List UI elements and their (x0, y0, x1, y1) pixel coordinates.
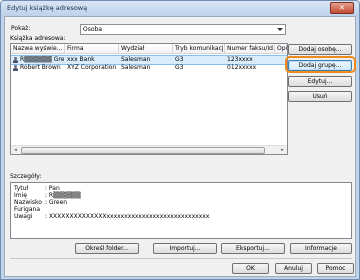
cell-company: XYZ Corporation (67, 64, 117, 71)
ok-button[interactable]: OK (232, 263, 269, 274)
column-header-department[interactable]: Wydział (119, 44, 173, 54)
title-bar: Edytuj książkę adresową ✕ (1, 1, 359, 16)
scroll-right-icon[interactable]: ▸ (279, 147, 286, 154)
chevron-down-icon (277, 28, 283, 31)
detail-label-last-name: Nazwisko (14, 199, 42, 206)
horizontal-scrollbar[interactable]: ◂ ▸ (11, 145, 287, 154)
edit-button[interactable]: Edytuj... (288, 76, 352, 87)
cell-company: xxx Bank (67, 56, 95, 63)
dialog-window: Edytuj książkę adresową ✕ Pokaż: Osoba K… (0, 0, 360, 280)
column-header-name[interactable]: Nazwa wyświe... (11, 44, 65, 54)
detail-label-first-name: Imię (14, 192, 27, 199)
detail-label-notes: Uwagi (14, 213, 33, 220)
detail-value-last-name: : Green (45, 199, 68, 206)
column-header-company[interactable]: Firma (65, 44, 119, 54)
table-row[interactable]: Robert Brown XYZ Corporation Salesman G3… (11, 64, 287, 72)
detail-label-title: Tytuł (14, 185, 29, 192)
cell-department: Salesman (121, 64, 151, 71)
cell-department: Salesman (121, 56, 151, 63)
address-book-label: Książka adresowa: (10, 35, 66, 42)
delete-button[interactable]: Usuń (288, 91, 352, 102)
info-button[interactable]: Informacje (290, 243, 352, 254)
window-title: Edytuj książkę adresową (7, 4, 88, 12)
column-header-fax[interactable]: Numer faksu/Id... (225, 44, 275, 54)
export-button[interactable]: Eksportuj... (221, 243, 285, 254)
filter-dropdown[interactable]: Osoba (80, 24, 286, 35)
cancel-button[interactable]: Anuluj (275, 263, 312, 274)
detail-value-title: : Pan (45, 185, 60, 192)
detail-value-notes: : XXXXXXXXXXXXXXxxxxxxxxxxxxxxxxxxxxxxxx… (45, 213, 210, 220)
specify-folder-button[interactable]: Określ folder... (75, 243, 139, 254)
table-row[interactable]: R▒▒▒▒▒▒ Green xxx Bank Salesman G3 123xx… (11, 55, 287, 65)
add-person-button[interactable]: Dodaj osobę... (288, 44, 352, 55)
detail-label-furigana: Furigana (14, 206, 41, 213)
close-icon[interactable]: ✕ (330, 2, 354, 14)
details-label: Szczegóły: (10, 173, 42, 180)
cell-name: R▒▒▒▒▒▒ Green (20, 56, 64, 63)
details-panel: Tytuł : Pan Imię : R▒▒▒▒▒▒ Nazwisko : Gr… (10, 182, 352, 239)
import-button[interactable]: Importuj... (153, 243, 217, 254)
scrollbar-thumb[interactable] (21, 147, 265, 154)
divider (10, 258, 352, 259)
person-icon (13, 57, 18, 63)
help-button[interactable]: Pomoc (317, 263, 354, 274)
filter-label: Pokaż: (11, 25, 31, 32)
dialog-client-area: Pokaż: Osoba Książka adresowa: Nazwa wyś… (4, 16, 356, 277)
cell-mode: G3 (175, 64, 184, 71)
cell-fax: 012xxxxx (227, 64, 257, 71)
scroll-left-icon[interactable]: ◂ (12, 147, 19, 154)
detail-value-first-name: : R▒▒▒▒▒▒ (45, 192, 81, 199)
cell-fax: 123xxxx (227, 56, 253, 63)
address-book-list[interactable]: Nazwa wyświe... Firma Wydział Tryb komun… (10, 43, 288, 155)
column-header-mode[interactable]: Tryb komunikacji (173, 44, 225, 54)
column-header-description[interactable]: Opis (275, 44, 287, 54)
cell-name: Robert Brown (20, 64, 61, 71)
list-header: Nazwa wyświe... Firma Wydział Tryb komun… (11, 44, 287, 54)
filter-dropdown-value: Osoba (83, 26, 103, 33)
person-icon (13, 65, 18, 71)
add-group-button[interactable]: Dodaj grupę... (288, 60, 352, 71)
cell-mode: G3 (175, 56, 184, 63)
